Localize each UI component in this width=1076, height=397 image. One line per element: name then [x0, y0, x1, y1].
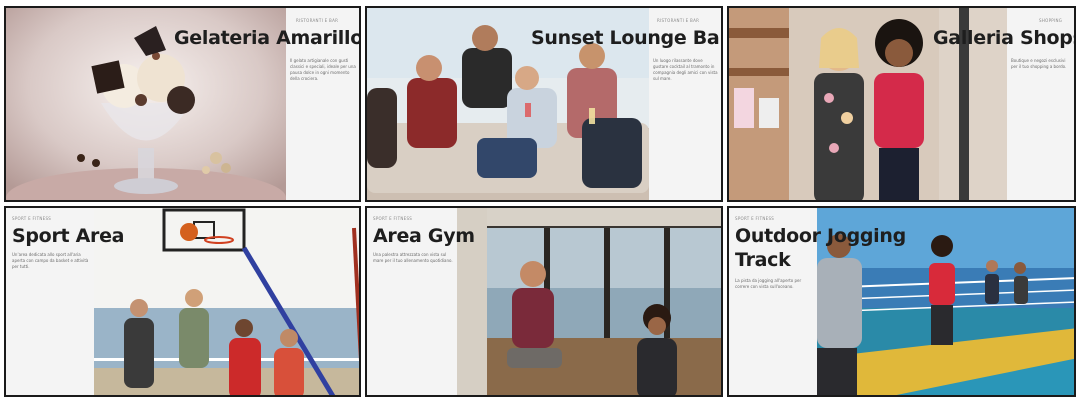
gym-photo — [457, 208, 721, 395]
card-area-gym[interactable]: Area Gym SPORT E FITNESS Una palestra at… — [365, 206, 723, 397]
card-description: Una palestra attrezzata con vista sul ma… — [373, 252, 453, 263]
card-description: Boutique e negozi esclusivi per il tuo s… — [1011, 58, 1067, 69]
card-galleria-shops[interactable]: Galleria Shops SHOPPING Boutique e negoz… — [727, 6, 1076, 202]
card-tag: RISTORANTI E BAR — [657, 18, 700, 23]
card-title: Area Gym — [373, 225, 475, 247]
card-description: La pista da jogging all'aperto per corre… — [735, 278, 802, 289]
card-tag: RISTORANTI E BAR — [296, 18, 339, 23]
card-sport-area[interactable]: Sport Area SPORT E FITNESS Un'area dedic… — [4, 206, 361, 397]
card-description: Un luogo rilassante dove gustare cocktai… — [653, 58, 718, 81]
card-title: Galleria Shops — [933, 27, 1076, 49]
card-tag: SPORT E FITNESS — [735, 216, 775, 221]
card-description: Un'area dedicata allo sport all'aria ape… — [12, 252, 89, 269]
card-tag: SHOPPING — [1039, 18, 1063, 23]
card-description: Il gelato artigianale con gusti classici… — [290, 58, 356, 81]
card-outdoor-jogging-track[interactable]: Outdoor Jogging Track SPORT E FITNESS La… — [727, 206, 1076, 397]
card-tag: SPORT E FITNESS — [373, 216, 413, 221]
card-sunset-lounge-bar[interactable]: Sunset Lounge Bar RISTORANTI E BAR Un lu… — [365, 6, 723, 202]
basketball-court-photo — [94, 208, 359, 395]
card-title: Sport Area — [12, 225, 125, 247]
card-title: Gelateria Amarillo — [174, 27, 361, 49]
card-title: Sunset Lounge Bar — [531, 27, 723, 49]
card-title-line-2: Track — [735, 249, 791, 271]
card-tag: SPORT E FITNESS — [12, 216, 52, 221]
card-title-line-1: Outdoor Jogging — [735, 225, 906, 247]
card-gelateria-amarillo[interactable]: Gelateria Amarillo RISTORANTI E BAR Il g… — [4, 6, 361, 202]
